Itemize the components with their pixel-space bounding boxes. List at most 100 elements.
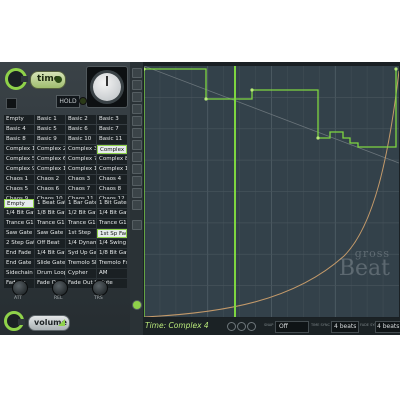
envelope-point[interactable] [204, 97, 208, 101]
preset-cell[interactable]: Cypher [66, 269, 96, 278]
preset-cell[interactable]: Trance G1 3 [4, 219, 34, 228]
envelope-point[interactable] [316, 136, 320, 140]
volume-ramp-icon [58, 319, 65, 326]
preset-cell[interactable]: Trance G1 4 [97, 219, 127, 228]
preset-cell[interactable]: Complex 8 [97, 155, 127, 164]
preset-cell[interactable]: End Gate [4, 259, 34, 268]
settings-button[interactable] [6, 98, 17, 109]
preset-cell[interactable]: Tremolo Slw [66, 259, 96, 268]
preset-cell[interactable]: Chaos 3 [66, 175, 96, 184]
position-marker-icon[interactable] [132, 300, 142, 310]
preset-cell[interactable]: 1/8 Bit Gate [97, 249, 127, 258]
preset-cell[interactable]: 1/8 Bit Gate [35, 209, 65, 218]
preset-cell[interactable]: Complex 5 [4, 155, 34, 164]
rotary-knob-icon[interactable] [93, 73, 121, 101]
power-c-logo-icon[interactable] [5, 68, 28, 90]
preset-cell[interactable]: Complex 1 [4, 145, 34, 154]
point-tool-icon[interactable] [132, 68, 142, 78]
scale-tool-icon[interactable] [132, 188, 142, 198]
preset-cell[interactable]: Sidechain [4, 269, 34, 278]
preset-cell[interactable]: End Fade [4, 249, 34, 258]
preset-cell[interactable]: Chaos 1 [4, 175, 34, 184]
preset-cell[interactable]: Syd Up Gate [66, 249, 96, 258]
tension-knob[interactable] [92, 280, 108, 296]
preset-cell[interactable]: Empty [4, 115, 34, 124]
preset-cell[interactable]: 1st Sp Fade [97, 229, 127, 238]
preset-cell[interactable]: 1/4 Bit Gate [97, 209, 127, 218]
volume-power-icon[interactable] [4, 311, 25, 331]
preset-cell[interactable]: Complex 9 [4, 165, 34, 174]
preset-cell[interactable]: 1/4 Dynamic [66, 239, 96, 248]
redo-icon[interactable] [237, 322, 246, 331]
preset-cell[interactable]: Complex 6 [35, 155, 65, 164]
attack-knob-label: ATT [14, 296, 23, 301]
preset-cell[interactable]: Trance G1 4 [35, 219, 65, 228]
zoom-icon[interactable] [247, 322, 256, 331]
preset-cell[interactable]: Drum Loop [35, 269, 65, 278]
undo-icon[interactable] [227, 322, 236, 331]
preset-cell[interactable]: Complex 11 [66, 165, 96, 174]
attack-knob[interactable] [12, 280, 28, 296]
preset-cell[interactable]: Complex 3 [66, 145, 96, 154]
preset-cell[interactable]: Chaos 4 [97, 175, 127, 184]
pulse-tool-icon[interactable] [132, 116, 142, 126]
volume-mode-button[interactable]: volume [28, 315, 70, 331]
preset-cell[interactable]: Basic 5 [35, 125, 65, 134]
preset-cell[interactable]: Basic 9 [35, 135, 65, 144]
wave-tool-icon[interactable] [132, 128, 142, 138]
preset-cell[interactable]: Complex 7 [66, 155, 96, 164]
preset-cell[interactable]: 1/2 Bit Gate [66, 209, 96, 218]
move-tool-icon[interactable] [132, 200, 142, 210]
release-knob[interactable] [52, 280, 68, 296]
preset-cell[interactable]: Chaos 8 [97, 185, 127, 194]
preset-cell[interactable]: Basic 8 [4, 135, 34, 144]
preset-cell[interactable]: Basic 3 [97, 115, 127, 124]
preset-cell[interactable]: Basic 11 [97, 135, 127, 144]
preset-cell[interactable]: Chaos 7 [66, 185, 96, 194]
preset-cell[interactable]: Trance G1 3 [66, 219, 96, 228]
preset-cell[interactable]: 1/4 Bit Gate [4, 209, 34, 218]
preset-cell[interactable]: 1 Bar Gate [66, 199, 96, 208]
snap-select[interactable]: Off [275, 321, 309, 333]
preset-cell[interactable]: Chaos 6 [35, 185, 65, 194]
smooth-tool-icon[interactable] [132, 140, 142, 150]
preset-cell[interactable]: 1/4 Swing [97, 239, 127, 248]
flip-tool-icon[interactable] [132, 176, 142, 186]
envelope-point[interactable] [250, 88, 254, 92]
preset-cell[interactable]: Chaos 2 [35, 175, 65, 184]
fade-sync-select[interactable]: 4 beats [375, 321, 400, 333]
preset-cell[interactable]: Saw Gate 1 [4, 229, 34, 238]
preset-cell[interactable]: 1/4 Bit Gate [35, 249, 65, 258]
random-tool-icon[interactable] [132, 152, 142, 162]
preset-cell[interactable]: Empty [4, 199, 34, 208]
stairs-tool-icon[interactable] [132, 104, 142, 114]
preset-cell[interactable]: Off Beat [35, 239, 65, 248]
preset-cell[interactable]: 1 Bit Gate [97, 199, 127, 208]
preset-cell[interactable]: 1 Beat Gate [35, 199, 65, 208]
preset-cell[interactable]: Complex 12 [97, 165, 127, 174]
preset-cell[interactable]: Basic 10 [66, 135, 96, 144]
preset-cell[interactable]: Basic 2 [66, 115, 96, 124]
preset-cell[interactable]: AM [97, 269, 127, 278]
reset-tool-icon[interactable] [132, 220, 142, 230]
time-mode-button[interactable]: time [30, 71, 66, 89]
hold-tool-icon[interactable] [132, 92, 142, 102]
curve-tool-icon[interactable] [132, 80, 142, 90]
preset-cell[interactable]: 2 Step Gate [4, 239, 34, 248]
hold-button[interactable]: HOLD [56, 95, 80, 108]
preset-cell[interactable]: 1st Step [66, 229, 96, 238]
preset-cell[interactable]: Basic 6 [66, 125, 96, 134]
preset-cell[interactable]: Complex 10 [35, 165, 65, 174]
envelope-point[interactable] [394, 67, 398, 71]
preset-cell[interactable]: Basic 7 [97, 125, 127, 134]
reverse-tool-icon[interactable] [132, 164, 142, 174]
preset-cell[interactable]: Complex 4 [97, 145, 127, 154]
time-sync-select[interactable]: 4 beats [331, 321, 359, 333]
preset-cell[interactable]: Basic 4 [4, 125, 34, 134]
preset-cell[interactable]: Chaos 5 [4, 185, 34, 194]
preset-cell[interactable]: Basic 1 [35, 115, 65, 124]
preset-cell[interactable]: Tremolo Fst [97, 259, 127, 268]
preset-cell[interactable]: Slide Gate [35, 259, 65, 268]
preset-cell[interactable]: Saw Gate 2 [35, 229, 65, 238]
preset-cell[interactable]: Complex 2 [35, 145, 65, 154]
